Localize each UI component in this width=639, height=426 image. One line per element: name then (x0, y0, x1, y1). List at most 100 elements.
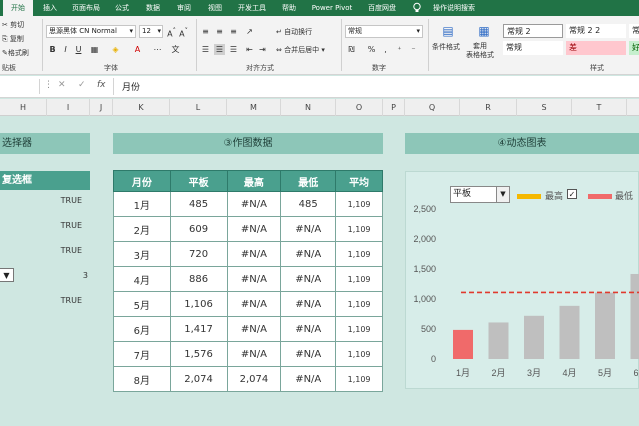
insert-function-icon[interactable]: fx (97, 80, 106, 90)
tab-power-pivot[interactable]: Power Pivot (306, 0, 358, 16)
table-cell[interactable]: 1,109 (335, 266, 383, 292)
tell-me-search[interactable]: 操作说明搜索 (426, 0, 482, 16)
table-header-cell[interactable]: 平板 (169, 170, 228, 192)
cancel-icon[interactable]: ✕ (58, 80, 66, 90)
table-cell[interactable]: 2月 (113, 216, 171, 242)
table-cell[interactable]: 1,109 (335, 341, 383, 367)
column-header-p[interactable]: P (383, 99, 405, 116)
comma-button[interactable]: , (380, 44, 391, 55)
table-cell[interactable]: #N/A (280, 266, 337, 292)
table-cell[interactable]: 1,106 (169, 291, 228, 317)
table-cell[interactable]: 720 (169, 241, 228, 267)
percent-button[interactable]: % (366, 44, 377, 55)
column-header-t[interactable]: T (572, 99, 627, 116)
tab-baidu-netdisk[interactable]: 百度网盘 (361, 0, 403, 16)
table-cell[interactable]: 2,074 (226, 366, 282, 392)
table-cell[interactable]: 1月 (113, 191, 171, 217)
fill-color-icon[interactable]: ◈ (110, 44, 121, 55)
column-header-i[interactable]: I (47, 99, 90, 116)
confirm-icon[interactable]: ✓ (78, 80, 86, 90)
table-cell[interactable]: 5月 (113, 291, 171, 317)
style-cell-good[interactable]: 好 (629, 41, 639, 55)
table-format-icon[interactable]: ▦ (470, 24, 498, 40)
indent-increase-icon[interactable]: ⇥ (257, 44, 268, 55)
decrease-decimal-icon[interactable]: ⁻ (408, 44, 419, 55)
table-cell[interactable]: 1,109 (335, 216, 383, 242)
table-cell[interactable]: 1,109 (335, 241, 383, 267)
table-cell[interactable]: 1,109 (335, 316, 383, 342)
align-right-icon[interactable]: ☰ (228, 44, 239, 55)
column-header-k[interactable]: K (113, 99, 170, 116)
phonetic-icon[interactable]: ⋯ (152, 44, 163, 55)
table-cell[interactable]: 3月 (113, 241, 171, 267)
chevron-down-icon[interactable]: ▼ (0, 268, 14, 282)
table-cell[interactable]: 2,074 (169, 366, 228, 392)
column-header-j[interactable]: J (90, 99, 113, 116)
align-left-icon[interactable]: ☰ (200, 44, 211, 55)
table-cell[interactable]: 609 (169, 216, 228, 242)
column-header-s[interactable]: S (517, 99, 572, 116)
tab-page-layout[interactable]: 页面布局 (66, 0, 106, 16)
underline-button[interactable]: U (73, 44, 84, 55)
table-cell[interactable]: #N/A (226, 241, 282, 267)
table-cell[interactable]: #N/A (280, 216, 337, 242)
tab-view[interactable]: 视图 (201, 0, 229, 16)
style-cell-normal-2-2[interactable]: 常规 2 2 (566, 24, 626, 38)
column-header-h[interactable]: H (0, 99, 47, 116)
table-cell[interactable]: 1,417 (169, 316, 228, 342)
border-icon[interactable]: ▦ (89, 44, 100, 55)
style-cell-bad[interactable]: 差 (566, 41, 626, 55)
table-header-cell[interactable]: 月份 (113, 170, 171, 192)
table-cell[interactable]: 485 (280, 191, 337, 217)
font-size-select[interactable]: 12 ▾ (139, 25, 163, 38)
tab-developer[interactable]: 开发工具 (232, 0, 272, 16)
column-header-r[interactable]: R (460, 99, 517, 116)
number-format-select[interactable]: 常规 ▾ (345, 25, 423, 38)
formula-input[interactable]: 月份 (122, 80, 140, 93)
italic-button[interactable]: I (60, 44, 71, 55)
table-cell[interactable]: #N/A (226, 316, 282, 342)
align-middle-icon[interactable]: ≡ (214, 26, 225, 37)
table-cell[interactable]: 1,109 (335, 291, 383, 317)
tab-data[interactable]: 数据 (139, 0, 167, 16)
table-cell[interactable]: 6月 (113, 316, 171, 342)
font-color-icon[interactable]: A (132, 44, 143, 55)
table-cell[interactable]: 1,109 (335, 191, 383, 217)
shrink-font-icon[interactable]: A˅ (178, 26, 189, 39)
table-cell[interactable]: #N/A (226, 191, 282, 217)
table-cell[interactable]: 1,109 (335, 366, 383, 392)
conditional-format-icon[interactable]: ▤ (434, 24, 462, 40)
table-cell[interactable]: #N/A (226, 341, 282, 367)
style-cell-normal-2[interactable]: 常规 2 (503, 24, 563, 38)
table-cell[interactable]: 7月 (113, 341, 171, 367)
table-cell[interactable]: 8月 (113, 366, 171, 392)
name-box[interactable] (0, 79, 40, 94)
table-cell[interactable]: #N/A (226, 216, 282, 242)
tab-insert[interactable]: 插入 (36, 0, 64, 16)
table-cell[interactable]: #N/A (226, 266, 282, 292)
table-header-cell[interactable]: 最低 (280, 170, 337, 192)
column-header-q[interactable]: Q (405, 99, 460, 116)
table-cell[interactable]: 4月 (113, 266, 171, 292)
merge-center-button[interactable]: ⇔ 合并后居中 ▾ (276, 45, 325, 55)
style-cell-normal[interactable]: 常规 (503, 41, 563, 55)
table-header-cell[interactable]: 平均 (335, 170, 383, 192)
tab-review[interactable]: 审阅 (170, 0, 198, 16)
align-center-icon[interactable]: ☰ (214, 44, 225, 55)
tab-formulas[interactable]: 公式 (108, 0, 136, 16)
wrap-text-button[interactable]: ↵ 自动换行 (276, 27, 312, 37)
table-header-cell[interactable]: 最高 (226, 170, 282, 192)
grow-font-icon[interactable]: A˄ (166, 26, 177, 39)
font-name-select[interactable]: 思源黑体 CN Normal ▾ (46, 25, 136, 38)
tab-home[interactable]: 开始 (3, 0, 33, 16)
align-bottom-icon[interactable]: ≡ (228, 26, 239, 37)
currency-icon[interactable]: ₪ (346, 44, 357, 55)
table-cell[interactable]: 1,576 (169, 341, 228, 367)
table-cell[interactable]: #N/A (280, 316, 337, 342)
bold-button[interactable]: B (47, 44, 58, 55)
style-cell-normal-3[interactable]: 常 (629, 24, 639, 38)
table-cell[interactable]: #N/A (280, 241, 337, 267)
worksheet[interactable]: 选择器 ③作图数据 ④动态图表 复选框 TRUE TRUE TRUE ▼ 3 T… (0, 116, 639, 426)
increase-decimal-icon[interactable]: ⁺ (394, 44, 405, 55)
table-format-button[interactable]: 套用 表格格式 (466, 42, 494, 60)
